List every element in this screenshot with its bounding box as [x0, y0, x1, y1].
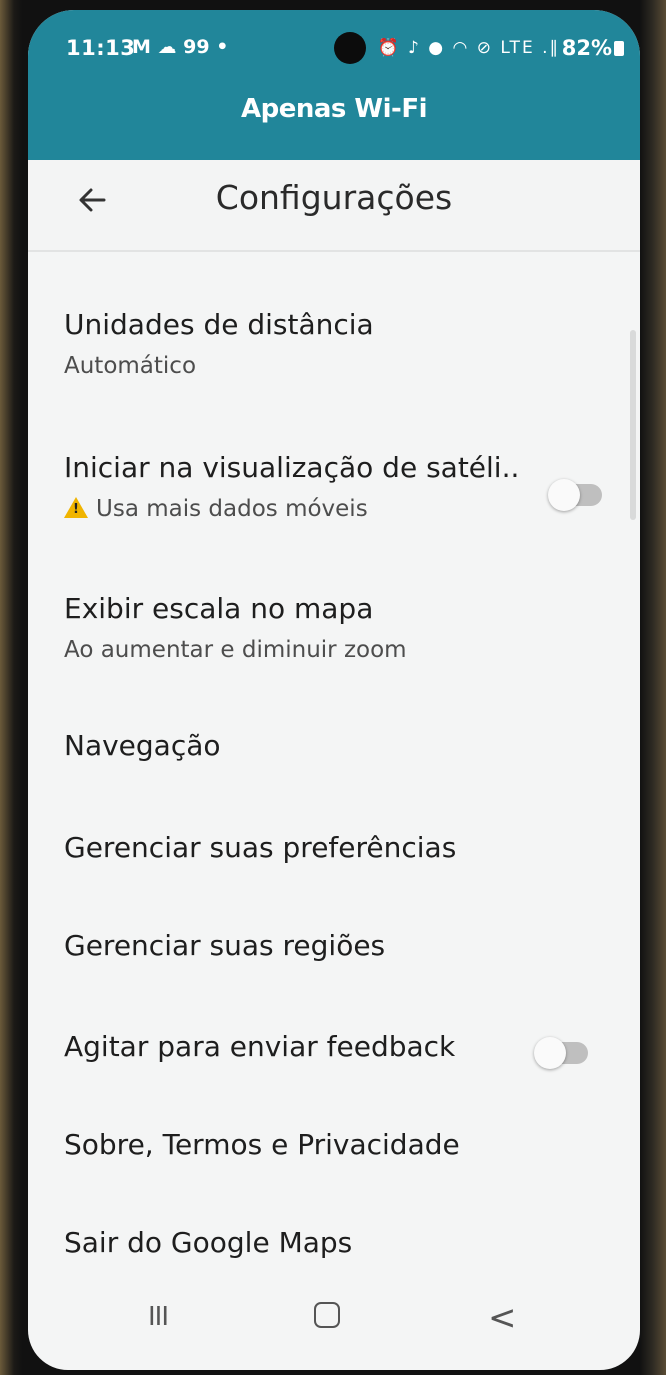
status-time: 11:13: [66, 36, 136, 60]
setting-subtitle: Usa mais dados móveis: [64, 496, 620, 522]
screen: 11:13 M ☁ 99 • ⏰ ♪ ● ◠ ⊘ LTE .∥ 82% Apen…: [28, 10, 640, 1370]
setting-title: Unidades de distância: [64, 308, 374, 341]
setting-title: Sobre, Termos e Privacidade: [64, 1128, 460, 1161]
notification-icons: M ☁ 99 •: [132, 36, 229, 58]
battery-indicator: 82%: [562, 36, 624, 60]
scrollbar[interactable]: [630, 330, 636, 520]
setting-title: Exibir escala no mapa: [64, 592, 374, 625]
setting-navigation[interactable]: Navegação: [64, 729, 620, 762]
battery-percent: 82%: [561, 36, 612, 60]
satellite-toggle[interactable]: [548, 479, 602, 511]
warning-icon: [64, 497, 88, 518]
setting-satellite-start[interactable]: Iniciar na visualização de satéli.. Usa …: [64, 451, 620, 522]
system-status-icons: ⏰ ♪ ● ◠ ⊘ LTE .∥: [377, 38, 560, 58]
setting-sign-out[interactable]: Sair do Google Maps: [64, 1226, 620, 1259]
setting-about-terms[interactable]: Sobre, Termos e Privacidade: [64, 1128, 620, 1161]
phone-frame: 11:13 M ☁ 99 • ⏰ ♪ ● ◠ ⊘ LTE .∥ 82% Apen…: [0, 0, 666, 1375]
setting-title: Sair do Google Maps: [64, 1226, 353, 1259]
system-back-button[interactable]: <: [488, 1298, 517, 1338]
battery-icon: [614, 41, 624, 56]
setting-manage-preferences[interactable]: Gerenciar suas preferências: [64, 831, 620, 864]
status-bar: 11:13 M ☁ 99 • ⏰ ♪ ● ◠ ⊘ LTE .∥ 82% Apen…: [28, 10, 640, 160]
setting-title: Gerenciar suas preferências: [64, 831, 457, 864]
setting-distance-units[interactable]: Unidades de distância Automático: [64, 308, 620, 379]
setting-title: Gerenciar suas regiões: [64, 929, 386, 962]
setting-show-scale[interactable]: Exibir escala no mapa Ao aumentar e dimi…: [64, 592, 620, 663]
setting-subtitle: Automático: [64, 353, 197, 379]
toggle-knob: [534, 1037, 566, 1069]
front-camera: [334, 32, 366, 64]
setting-title: Iniciar na visualização de satéli..: [64, 451, 520, 484]
setting-manage-regions[interactable]: Gerenciar suas regiões: [64, 929, 620, 962]
recents-button[interactable]: III: [148, 1302, 169, 1332]
setting-title: Navegação: [64, 729, 221, 762]
home-button[interactable]: [314, 1302, 340, 1328]
toggle-knob: [548, 479, 580, 511]
setting-subtitle: Ao aumentar e diminuir zoom: [64, 637, 407, 663]
wifi-only-banner: Apenas Wi-Fi: [240, 94, 428, 124]
page-title: Configurações: [215, 178, 453, 217]
shake-feedback-toggle[interactable]: [534, 1037, 588, 1069]
system-nav-bar: III <: [28, 1280, 640, 1370]
setting-warning-text: Usa mais dados móveis: [96, 496, 368, 522]
